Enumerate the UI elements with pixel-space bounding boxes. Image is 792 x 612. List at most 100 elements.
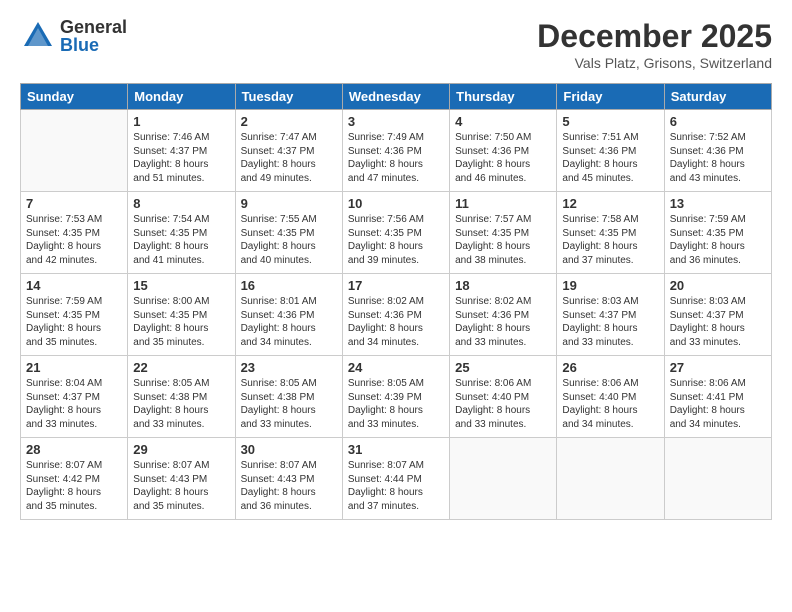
weekday-header-row: SundayMondayTuesdayWednesdayThursdayFrid… [21, 84, 772, 110]
week-row-0: 1 Sunrise: 7:46 AM Sunset: 4:37 PM Daylig… [21, 110, 772, 192]
logo-name: General Blue [60, 18, 127, 54]
day-info: Sunrise: 8:06 AM Sunset: 4:40 PM Dayligh… [455, 377, 551, 431]
day-info: Sunrise: 7:49 AM Sunset: 4:36 PM Dayligh… [348, 131, 444, 185]
day-info: Sunrise: 8:01 AM Sunset: 4:36 PM Dayligh… [241, 295, 337, 349]
day-cell [450, 438, 557, 520]
day-number: 9 [241, 196, 337, 211]
day-cell: 13 Sunrise: 7:59 AM Sunset: 4:35 PM Dayli… [664, 192, 771, 274]
day-cell: 29Sunrise: 8:07 AM Sunset: 4:43 PM Dayli… [128, 438, 235, 520]
day-cell: 15 Sunrise: 8:00 AM Sunset: 4:35 PM Dayli… [128, 274, 235, 356]
day-info: Sunrise: 8:07 AM Sunset: 4:42 PM Dayligh… [26, 459, 122, 513]
day-number: 2 [241, 114, 337, 129]
location: Vals Platz, Grisons, Switzerland [537, 55, 772, 71]
day-cell: 5 Sunrise: 7:51 AM Sunset: 4:36 PM Daylig… [557, 110, 664, 192]
day-cell: 10Sunrise: 7:56 AM Sunset: 4:35 PM Dayli… [342, 192, 449, 274]
day-number: 24 [348, 360, 444, 375]
week-row-2: 14 Sunrise: 7:59 AM Sunset: 4:35 PM Dayli… [21, 274, 772, 356]
weekday-header-friday: Friday [557, 84, 664, 110]
day-info: Sunrise: 7:57 AM Sunset: 4:35 PM Dayligh… [455, 213, 551, 267]
day-info: Sunrise: 7:59 AM Sunset: 4:35 PM Dayligh… [670, 213, 766, 267]
logo-blue-text: Blue [60, 36, 127, 54]
day-cell: 9 Sunrise: 7:55 AM Sunset: 4:35 PM Daylig… [235, 192, 342, 274]
month-year: December 2025 [537, 18, 772, 55]
logo-general-text: General [60, 18, 127, 36]
day-info: Sunrise: 7:52 AM Sunset: 4:36 PM Dayligh… [670, 131, 766, 185]
day-info: Sunrise: 8:06 AM Sunset: 4:40 PM Dayligh… [562, 377, 658, 431]
day-info: Sunrise: 7:59 AM Sunset: 4:35 PM Dayligh… [26, 295, 122, 349]
calendar-header: SundayMondayTuesdayWednesdayThursdayFrid… [21, 84, 772, 110]
day-cell: 2 Sunrise: 7:47 AM Sunset: 4:37 PM Daylig… [235, 110, 342, 192]
day-info: Sunrise: 8:02 AM Sunset: 4:36 PM Dayligh… [348, 295, 444, 349]
day-cell: 14 Sunrise: 7:59 AM Sunset: 4:35 PM Dayli… [21, 274, 128, 356]
day-info: Sunrise: 8:03 AM Sunset: 4:37 PM Dayligh… [562, 295, 658, 349]
week-row-1: 7Sunrise: 7:53 AM Sunset: 4:35 PM Daylig… [21, 192, 772, 274]
day-number: 30 [241, 442, 337, 457]
header: General Blue December 2025 Vals Platz, G… [20, 18, 772, 71]
day-info: Sunrise: 7:58 AM Sunset: 4:35 PM Dayligh… [562, 213, 658, 267]
calendar-body: 1 Sunrise: 7:46 AM Sunset: 4:37 PM Daylig… [21, 110, 772, 520]
day-cell: 20Sunrise: 8:03 AM Sunset: 4:37 PM Dayli… [664, 274, 771, 356]
day-cell: 26 Sunrise: 8:06 AM Sunset: 4:40 PM Dayli… [557, 356, 664, 438]
day-cell [557, 438, 664, 520]
day-number: 3 [348, 114, 444, 129]
day-cell: 4Sunrise: 7:50 AM Sunset: 4:36 PM Daylig… [450, 110, 557, 192]
day-cell: 23 Sunrise: 8:05 AM Sunset: 4:38 PM Dayli… [235, 356, 342, 438]
day-cell: 24 Sunrise: 8:05 AM Sunset: 4:39 PM Dayli… [342, 356, 449, 438]
day-cell: 17 Sunrise: 8:02 AM Sunset: 4:36 PM Dayli… [342, 274, 449, 356]
day-number: 22 [133, 360, 229, 375]
day-cell: 8 Sunrise: 7:54 AM Sunset: 4:35 PM Daylig… [128, 192, 235, 274]
title-block: December 2025 Vals Platz, Grisons, Switz… [537, 18, 772, 71]
day-number: 16 [241, 278, 337, 293]
weekday-header-monday: Monday [128, 84, 235, 110]
day-number: 14 [26, 278, 122, 293]
day-info: Sunrise: 7:54 AM Sunset: 4:35 PM Dayligh… [133, 213, 229, 267]
day-number: 12 [562, 196, 658, 211]
weekday-header-sunday: Sunday [21, 84, 128, 110]
logo-icon [20, 18, 56, 54]
day-cell: 25Sunrise: 8:06 AM Sunset: 4:40 PM Dayli… [450, 356, 557, 438]
day-number: 27 [670, 360, 766, 375]
day-number: 8 [133, 196, 229, 211]
day-info: Sunrise: 8:07 AM Sunset: 4:43 PM Dayligh… [133, 459, 229, 513]
day-number: 7 [26, 196, 122, 211]
day-number: 13 [670, 196, 766, 211]
day-cell: 28Sunrise: 8:07 AM Sunset: 4:42 PM Dayli… [21, 438, 128, 520]
day-info: Sunrise: 7:56 AM Sunset: 4:35 PM Dayligh… [348, 213, 444, 267]
day-info: Sunrise: 8:04 AM Sunset: 4:37 PM Dayligh… [26, 377, 122, 431]
day-number: 19 [562, 278, 658, 293]
weekday-header-tuesday: Tuesday [235, 84, 342, 110]
day-info: Sunrise: 8:00 AM Sunset: 4:35 PM Dayligh… [133, 295, 229, 349]
day-number: 31 [348, 442, 444, 457]
day-cell: 27Sunrise: 8:06 AM Sunset: 4:41 PM Dayli… [664, 356, 771, 438]
day-info: Sunrise: 8:07 AM Sunset: 4:44 PM Dayligh… [348, 459, 444, 513]
day-number: 15 [133, 278, 229, 293]
day-info: Sunrise: 7:47 AM Sunset: 4:37 PM Dayligh… [241, 131, 337, 185]
day-number: 17 [348, 278, 444, 293]
day-info: Sunrise: 8:05 AM Sunset: 4:38 PM Dayligh… [133, 377, 229, 431]
day-number: 26 [562, 360, 658, 375]
page-container: General Blue December 2025 Vals Platz, G… [0, 0, 792, 530]
day-info: Sunrise: 8:03 AM Sunset: 4:37 PM Dayligh… [670, 295, 766, 349]
day-cell: 6Sunrise: 7:52 AM Sunset: 4:36 PM Daylig… [664, 110, 771, 192]
day-number: 23 [241, 360, 337, 375]
day-cell: 16 Sunrise: 8:01 AM Sunset: 4:36 PM Dayli… [235, 274, 342, 356]
day-cell: 21 Sunrise: 8:04 AM Sunset: 4:37 PM Dayli… [21, 356, 128, 438]
day-number: 21 [26, 360, 122, 375]
day-number: 11 [455, 196, 551, 211]
day-info: Sunrise: 8:07 AM Sunset: 4:43 PM Dayligh… [241, 459, 337, 513]
day-number: 5 [562, 114, 658, 129]
day-cell: 22 Sunrise: 8:05 AM Sunset: 4:38 PM Dayli… [128, 356, 235, 438]
day-info: Sunrise: 7:55 AM Sunset: 4:35 PM Dayligh… [241, 213, 337, 267]
day-number: 18 [455, 278, 551, 293]
day-info: Sunrise: 8:05 AM Sunset: 4:38 PM Dayligh… [241, 377, 337, 431]
day-cell: 11 Sunrise: 7:57 AM Sunset: 4:35 PM Dayli… [450, 192, 557, 274]
day-info: Sunrise: 8:05 AM Sunset: 4:39 PM Dayligh… [348, 377, 444, 431]
weekday-header-saturday: Saturday [664, 84, 771, 110]
day-info: Sunrise: 7:51 AM Sunset: 4:36 PM Dayligh… [562, 131, 658, 185]
day-info: Sunrise: 8:02 AM Sunset: 4:36 PM Dayligh… [455, 295, 551, 349]
day-number: 1 [133, 114, 229, 129]
week-row-3: 21 Sunrise: 8:04 AM Sunset: 4:37 PM Dayli… [21, 356, 772, 438]
weekday-header-wednesday: Wednesday [342, 84, 449, 110]
day-cell: 3 Sunrise: 7:49 AM Sunset: 4:36 PM Daylig… [342, 110, 449, 192]
day-info: Sunrise: 7:46 AM Sunset: 4:37 PM Dayligh… [133, 131, 229, 185]
